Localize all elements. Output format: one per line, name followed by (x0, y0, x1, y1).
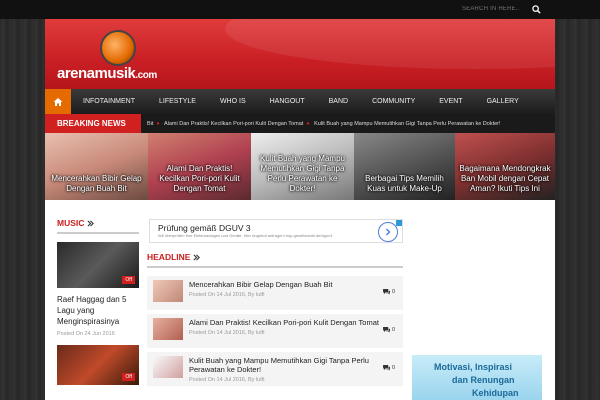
nav-item-band[interactable]: BAND (317, 98, 360, 105)
headline-meta: Posted On 14 Jul 2016, By lutfi (189, 377, 265, 383)
slide-caption[interactable]: Mencerahkan Bibir Gelap Dengan Buah Bit (45, 174, 148, 194)
banner-line: dan Renungan (452, 375, 515, 385)
nav-item-lifestyle[interactable]: LIFESTYLE (147, 98, 208, 105)
site-logo[interactable]: arenamusik.com (57, 65, 157, 82)
comment-count[interactable]: 0 (383, 289, 395, 295)
main-nav: INFOTAINMENT LIFESTYLE WHO IS HANGOUT BA… (45, 89, 555, 114)
advertisement-banner[interactable]: Prüfung gemäß DGUV 3 Wir überprüfen Ihre… (149, 219, 403, 243)
music-sidebar: MUSIC Off Raef Haggag dan 5 Lagu yang Me… (57, 218, 139, 385)
banner-line: Kehidupan (472, 388, 519, 398)
nav-item-community[interactable]: COMMUNITY (360, 98, 427, 105)
headline-title[interactable]: Alami Dan Praktis! Kecilkan Pori-pori Ku… (189, 318, 379, 327)
main-content: MUSIC Off Raef Haggag dan 5 Lagu yang Me… (45, 200, 555, 400)
banner-line: Motivasi, Inspirasi (434, 362, 513, 372)
nav-item-gallery[interactable]: GALLERY (475, 98, 531, 105)
search-icon (531, 4, 541, 14)
home-icon (53, 97, 63, 106)
slide[interactable]: Bagaimana Mendongkrak Ban Mobil dengan C… (455, 133, 555, 200)
headline-thumbnail[interactable] (153, 356, 183, 378)
double-chevron-right-icon (193, 253, 201, 261)
search-button[interactable] (527, 1, 545, 17)
nav-item-infotainment[interactable]: INFOTAINMENT (71, 98, 147, 105)
slide-caption[interactable]: Berbagai Tips Memilih Kuas untuk Make-Up (354, 174, 455, 194)
headline-meta: Posted On 14 Jul 2016, By lutfi (189, 292, 265, 298)
ticker-item[interactable]: Kulit Buah yang Mampu Memutihkan Gigi Ta… (314, 121, 500, 127)
breaking-news-bar: BREAKING NEWS Bit ● Alami Dan Praktis! Ke… (45, 114, 555, 133)
music-post-title[interactable]: Raef Haggag dan 5 Lagu yang Menginspiras… (57, 294, 139, 327)
comment-icon (383, 289, 390, 295)
music-post-date: Posted On 24 Jun 2016 (57, 331, 115, 337)
off-badge: Off (122, 373, 135, 381)
headline-list: Mencerahkan Bibir Gelap Dengan Buah Bit … (147, 276, 403, 386)
list-item[interactable]: Kulit Buah yang Mampu Memutihkan Gigi Ta… (147, 352, 403, 386)
search-input[interactable] (458, 3, 520, 16)
breaking-news-label: BREAKING NEWS (45, 114, 141, 133)
headline-section-title[interactable]: HEADLINE (147, 252, 403, 268)
ad-title[interactable]: Prüfung gemäß DGUV 3 (158, 223, 251, 233)
headline-meta: Posted On 14 Jul 2016, By lutfi (189, 330, 265, 336)
slide-caption[interactable]: Kulit Buah yang Mampu Memutihkan Gigi Ta… (251, 154, 354, 194)
slide[interactable]: Mencerahkan Bibir Gelap Dengan Buah Bit (45, 133, 148, 200)
ad-info-icon[interactable] (396, 220, 402, 226)
slide-caption[interactable]: Bagaimana Mendongkrak Ban Mobil dengan C… (455, 164, 555, 194)
top-bar (0, 0, 600, 19)
chevron-right-icon (386, 228, 391, 236)
nav-item-event[interactable]: EVENT (427, 98, 474, 105)
headline-title[interactable]: Kulit Buah yang Mampu Memutihkan Gigi Ta… (189, 356, 379, 374)
nav-item-hangout[interactable]: HANGOUT (258, 98, 317, 105)
slide[interactable]: Kulit Buah yang Mampu Memutihkan Gigi Ta… (251, 133, 354, 200)
music-post-image[interactable]: Off (57, 242, 139, 288)
headline-thumbnail[interactable] (153, 318, 183, 340)
off-badge: Off (122, 276, 135, 284)
nav-item-who-is[interactable]: WHO IS (208, 98, 258, 105)
logo-icon[interactable] (100, 30, 136, 66)
list-item[interactable]: Mencerahkan Bibir Gelap Dengan Buah Bit … (147, 276, 403, 310)
sidebar-banner-ad[interactable]: Motivasi, Inspirasi dan Renungan Kehidup… (412, 355, 542, 400)
headline-thumbnail[interactable] (153, 280, 183, 302)
ad-subtitle: Wir überprüfen Ihre Elektroanlagen und G… (158, 233, 333, 238)
site-header: arenamusik.com (45, 19, 555, 89)
slide[interactable]: Berbagai Tips Memilih Kuas untuk Make-Up (354, 133, 455, 200)
ad-arrow-button[interactable] (378, 222, 398, 242)
ticker-item[interactable]: Alami Dan Praktis! Kecilkan Pori-pori Ku… (164, 121, 303, 127)
list-item[interactable]: Alami Dan Praktis! Kecilkan Pori-pori Ku… (147, 314, 403, 348)
comment-count[interactable]: 0 (383, 327, 395, 333)
music-section-title[interactable]: MUSIC (57, 218, 139, 234)
header-swoosh (225, 19, 555, 69)
headline-section: HEADLINE Mencerahkan Bibir Gelap Dengan … (147, 252, 403, 390)
double-chevron-right-icon (87, 219, 95, 227)
home-button[interactable] (45, 89, 71, 114)
comment-icon (383, 327, 390, 333)
comment-icon (383, 365, 390, 371)
comment-count[interactable]: 0 (383, 365, 395, 371)
slide-caption[interactable]: Alami Dan Praktis! Kecilkan Pori-pori Ku… (148, 164, 251, 194)
headline-title[interactable]: Mencerahkan Bibir Gelap Dengan Buah Bit (189, 280, 379, 289)
music-post-image-2[interactable]: Off (57, 345, 139, 385)
breaking-news-ticker: Bit ● Alami Dan Praktis! Kecilkan Pori-po… (147, 120, 501, 127)
featured-slider: Mencerahkan Bibir Gelap Dengan Buah Bit … (45, 133, 555, 200)
slide[interactable]: Alami Dan Praktis! Kecilkan Pori-pori Ku… (148, 133, 251, 200)
